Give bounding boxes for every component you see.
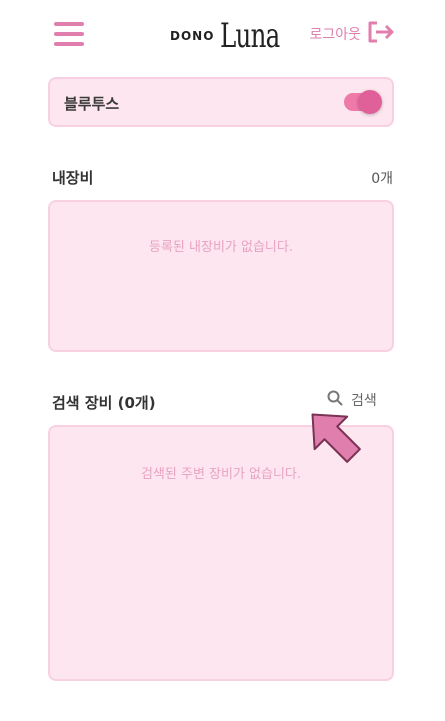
search-devices-title: 검색 장비 (0개) — [52, 394, 156, 412]
my-devices-empty-message: 등록된 내장비가 없습니다. — [149, 240, 293, 255]
my-devices-list: 등록된 내장비가 없습니다. — [48, 200, 394, 352]
logo-prefix: DONO — [170, 29, 215, 43]
my-devices-count: 0개 — [371, 171, 393, 187]
menu-icon[interactable] — [54, 22, 84, 46]
logout-label: 로그아웃 — [309, 27, 361, 43]
bluetooth-card: 블루투스 — [48, 77, 394, 127]
app-header: DONO Luna 로그아웃 — [0, 0, 445, 72]
toggle-knob — [358, 90, 382, 114]
logout-icon — [367, 20, 395, 48]
logout-button[interactable]: 로그아웃 — [309, 20, 395, 48]
bluetooth-label: 블루투스 — [64, 95, 120, 113]
my-devices-title: 내장비 — [52, 169, 94, 187]
arrow-pointer-icon — [300, 402, 366, 468]
bluetooth-toggle[interactable] — [344, 90, 382, 114]
logo-name: Luna — [220, 16, 280, 56]
app-logo: DONO Luna — [170, 14, 303, 58]
